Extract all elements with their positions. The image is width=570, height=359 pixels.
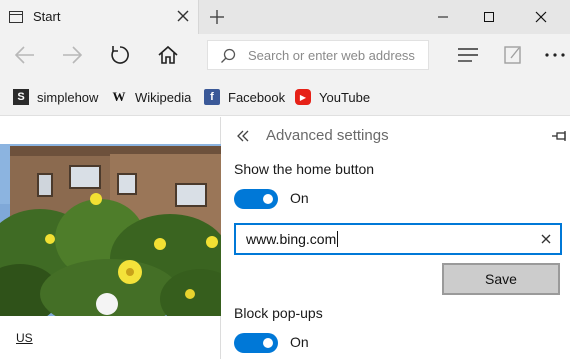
simplehow-icon: S (13, 89, 29, 105)
maximize-button[interactable] (466, 0, 512, 34)
hub-button[interactable] (452, 40, 484, 70)
close-icon (535, 11, 547, 23)
youtube-icon: ▶ (295, 89, 311, 105)
favorite-label: YouTube (319, 89, 371, 105)
close-tab-icon[interactable] (176, 9, 190, 23)
page-content: US (0, 117, 221, 359)
favorite-label: Wikipedia (135, 89, 192, 105)
home-button-toggle-state: On (290, 190, 309, 206)
maximize-icon (484, 12, 494, 22)
clear-icon[interactable] (540, 233, 552, 245)
toggle-knob (263, 338, 273, 348)
block-popups-label: Block pop-ups (234, 305, 323, 321)
favorite-simplehow[interactable]: S simplehow (13, 88, 98, 106)
save-button[interactable]: Save (442, 263, 560, 295)
web-note-button[interactable] (497, 40, 529, 70)
tab-start[interactable]: Start (0, 0, 199, 34)
arrow-left-icon (14, 46, 34, 64)
favorite-youtube[interactable]: ▶ YouTube (295, 88, 370, 106)
arrow-right-icon (63, 46, 83, 64)
pane-title: Advanced settings (266, 127, 389, 144)
favorite-label: simplehow (37, 89, 99, 105)
page-icon (9, 11, 23, 23)
home-url-value: www.bing.com (246, 231, 337, 247)
block-popups-toggle-state: On (290, 334, 309, 350)
more-button[interactable] (539, 40, 570, 70)
hub-icon (458, 48, 478, 62)
home-url-input[interactable]: www.bing.com (234, 223, 562, 255)
refresh-button[interactable] (104, 40, 136, 70)
background-photo (0, 144, 221, 316)
minimize-icon (438, 16, 448, 18)
web-note-icon (504, 46, 521, 64)
advanced-settings-pane: Advanced settings Show the home button O… (222, 117, 570, 359)
favorites-bar: S simplehow W Wikipedia f Facebook ▶ You… (0, 76, 570, 116)
forward-button[interactable] (56, 40, 88, 70)
home-button[interactable] (152, 40, 184, 70)
text-caret (337, 231, 339, 247)
favorite-label: Facebook (228, 89, 286, 105)
facebook-icon: f (204, 89, 220, 105)
toggle-knob (263, 194, 273, 204)
new-tab-icon[interactable] (207, 7, 227, 27)
home-button-setting-label: Show the home button (234, 161, 375, 177)
block-popups-toggle[interactable] (234, 333, 278, 353)
double-chevron-left-icon[interactable] (236, 129, 250, 143)
address-placeholder: Search or enter web address (248, 48, 415, 63)
minimize-button[interactable] (420, 0, 466, 34)
pin-icon[interactable] (551, 129, 569, 143)
home-button-toggle[interactable] (234, 189, 278, 209)
region-link[interactable]: US (16, 331, 33, 345)
search-icon (221, 48, 236, 63)
home-icon (158, 45, 178, 64)
refresh-icon (111, 46, 129, 64)
favorite-wikipedia[interactable]: W Wikipedia (111, 88, 192, 106)
more-icon (545, 53, 565, 57)
back-button[interactable] (9, 40, 41, 70)
close-window-button[interactable] (518, 0, 564, 34)
favorite-facebook[interactable]: f Facebook (204, 88, 285, 106)
tab-strip: Start (0, 0, 570, 34)
wikipedia-icon: W (112, 89, 126, 104)
address-bar[interactable]: Search or enter web address (207, 40, 429, 70)
tab-title: Start (33, 9, 61, 24)
